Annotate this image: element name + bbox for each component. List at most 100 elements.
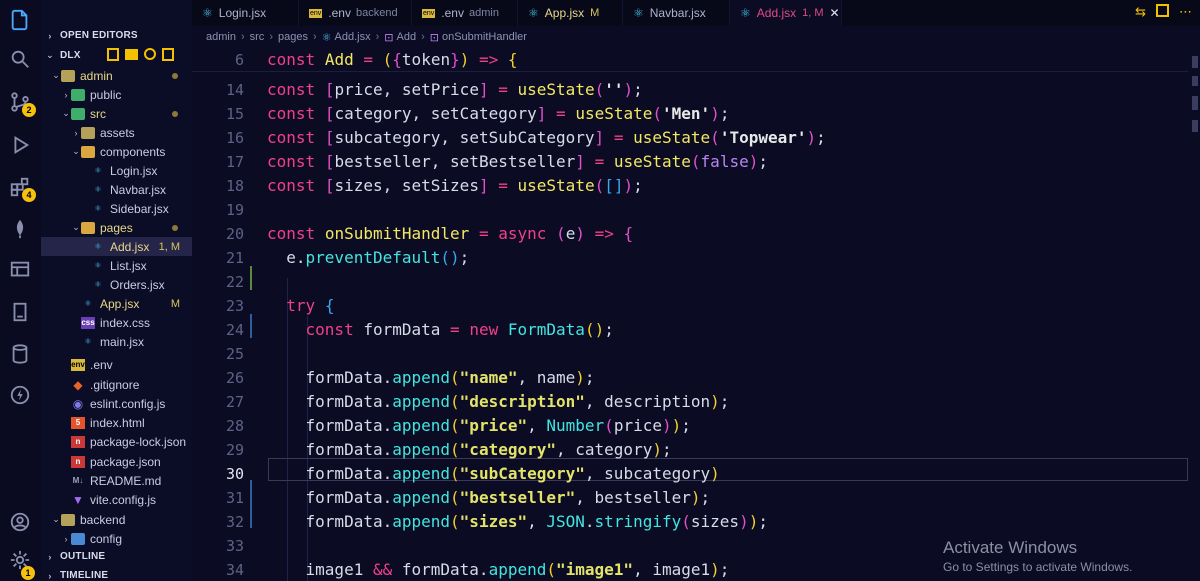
search-icon[interactable] [8,47,32,71]
chevron-right-icon: › [48,551,52,562]
chevron-right-icon: › [312,31,317,43]
react-icon: ⚛ [94,261,102,270]
tab-app[interactable]: ⚛ App.jsx M [518,0,623,26]
code-line: 15 const [category, setCategory] = useSta… [192,102,1188,126]
tree-file-main[interactable]: ⚛ main.jsx [41,332,192,351]
tree-folder-assets[interactable]: › assets [41,123,192,142]
react-icon: ⚛ [94,185,102,194]
tree-file-login[interactable]: ⚛ Login.jsx [41,161,192,180]
compare-changes-icon[interactable]: ⇆ [1135,4,1146,20]
refresh-icon[interactable] [144,48,156,60]
env-icon: env [309,8,323,18]
sticky-scroll-header[interactable]: 6 const Add = ({token}) => { [192,48,1188,72]
run-debug-icon[interactable] [8,133,32,157]
tree-file-add[interactable]: ⚛ Add.jsx 1, M [41,237,192,256]
tab-add[interactable]: ⚛ Add.jsx 1, M ✕ [730,0,842,26]
tree-file-readme[interactable]: M↓ README.md [41,471,192,490]
collapse-all-icon[interactable] [162,48,174,61]
vite-icon: ▼ [72,492,84,507]
breadcrumb-item[interactable]: admin [206,31,236,43]
code-line: 23 try { [192,294,1188,318]
outline-section[interactable]: › OUTLINE [45,551,105,562]
react-icon: ⚛ [94,242,102,251]
database-icon[interactable] [8,342,32,366]
tree-file-package-lock[interactable]: n package-lock.json [41,432,192,451]
code-line: 24 const formData = new FormData(); [192,318,1188,342]
react-icon: ⚛ [84,337,92,346]
new-folder-icon[interactable] [125,49,138,60]
react-icon: ⚛ [202,6,213,20]
breadcrumb-item[interactable]: pages [278,31,308,43]
react-icon: ⚛ [321,31,332,44]
tree-file-eslint[interactable]: ◉ eslint.config.js [41,394,192,413]
folder-pages-icon [81,221,95,234]
tree-file-index-html[interactable]: 5 index.html [41,413,192,432]
code-text: e.preventDefault(); [286,248,470,267]
timeline-section[interactable]: › TIMELINE [45,570,108,581]
react-icon: ⚛ [740,6,751,20]
breadcrumb-item[interactable]: Add [396,31,416,43]
tree-folder-src[interactable]: ⌄ src [41,104,192,123]
tab-login[interactable]: ⚛ Login.jsx [192,0,299,26]
remote-explorer-icon[interactable] [8,258,32,282]
code-text: const [price, setPrice] = useState(''); [267,80,643,99]
workspace-section[interactable]: ⌄ DLX [45,50,81,61]
tree-file-navbar[interactable]: ⚛ Navbar.jsx [41,180,192,199]
explorer-icon[interactable] [8,8,32,32]
editor-actions: ⇆ ⋯ [1135,4,1192,20]
tree-file-list[interactable]: ⚛ List.jsx [41,256,192,275]
code-text: const [bestseller, setBestseller] = useS… [267,152,768,171]
tree-folder-backend[interactable]: ⌄ backend [41,510,192,529]
open-editors-section[interactable]: › OPEN EDITORS [45,30,138,41]
tree-folder-public[interactable]: › public [41,85,192,104]
tab-env-backend[interactable]: env .env backend [299,0,412,26]
code-text: image1 && formData.append("image1", imag… [305,560,730,579]
tab-navbar[interactable]: ⚛ Navbar.jsx [623,0,730,26]
react-icon: ⚛ [84,299,92,308]
code-line: 20 const onSubmitHandler = async (e) => { [192,222,1188,246]
code-line: 16 const [subcategory, setSubCategory] = … [192,126,1188,150]
css-icon: css [81,316,95,329]
folder-src-icon [71,107,85,120]
tree-file-gitignore[interactable]: ◆ .gitignore [41,375,192,394]
tree-folder-config[interactable]: › config [41,529,192,548]
breadcrumb-item[interactable]: onSubmitHandler [442,31,527,43]
breadcrumb-item[interactable]: src [250,31,265,43]
more-actions-icon[interactable]: ⋯ [1179,4,1192,20]
modified-dot [172,110,178,117]
code-line: 22 [225,273,244,291]
folder-config-icon [71,532,85,545]
tree-file-package[interactable]: n package.json [41,452,192,471]
code-editor[interactable]: 14 const [price, setPrice] = useState('')… [192,48,1188,581]
folder-open-icon [61,69,75,82]
tree-folder-admin[interactable]: ⌄ admin [41,66,192,85]
account-icon[interactable] [8,510,32,534]
chevron-down-icon: ⌄ [72,146,80,156]
tree-file-index-css[interactable]: css index.css [41,313,192,332]
close-icon[interactable]: ✕ [830,6,840,20]
editor-scrollbar[interactable] [1188,48,1200,581]
tree-file-sidebar[interactable]: ⚛ Sidebar.jsx [41,199,192,218]
symbol-icon: ⊡ [429,31,439,44]
breadcrumb-item[interactable]: Add.jsx [335,31,371,43]
react-icon: ⚛ [94,166,102,175]
activity-bar: 2 4 1 [0,0,41,581]
code-text: const formData = new FormData(); [305,320,614,339]
git-icon: ◆ [73,377,83,392]
tree-file-vite-config[interactable]: ▼ vite.config.js [41,490,192,509]
split-editor-icon[interactable] [1156,4,1169,17]
tab-env-admin[interactable]: env .env admin [412,0,518,26]
tree-file-env[interactable]: env .env [41,355,192,374]
code-line: 25 [225,345,244,363]
new-file-icon[interactable] [107,48,119,61]
lightning-icon[interactable] [8,383,32,407]
scrollbar-marker [1192,56,1198,68]
tree-folder-components[interactable]: ⌄ components [41,142,192,161]
tree-folder-pages[interactable]: ⌄ pages [41,218,192,237]
mongodb-leaf-icon[interactable] [8,217,32,241]
modified-dot [172,72,178,79]
notebook-icon[interactable] [8,300,32,324]
tree-file-orders[interactable]: ⚛ Orders.jsx [41,275,192,294]
tree-file-app[interactable]: ⚛ App.jsx M [41,294,192,313]
explorer-sidebar: › OPEN EDITORS ⌄ DLX ⌄ admin › public ⌄ src ›… [41,0,192,581]
